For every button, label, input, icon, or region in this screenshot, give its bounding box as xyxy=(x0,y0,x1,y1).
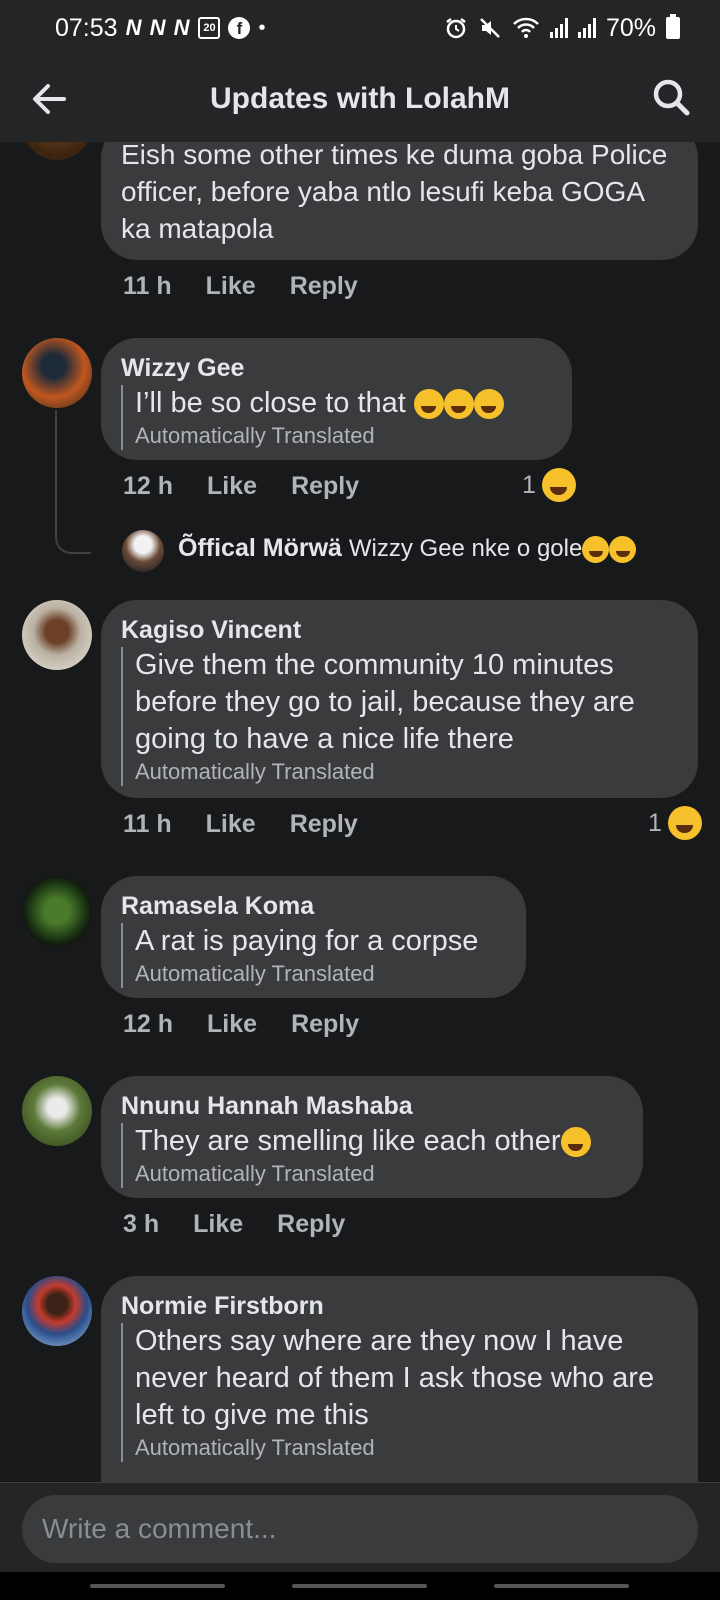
comment-bubble: Ramasela Koma A rat is paying for a corp… xyxy=(101,876,526,998)
comments-list: Eish some other times ke duma goba Polic… xyxy=(0,142,720,1482)
comment-bubble: Kagiso Vincent Give them the community 1… xyxy=(101,600,698,798)
haha-reaction-icon xyxy=(541,468,576,502)
reply-button[interactable]: Reply xyxy=(291,472,359,501)
comment-time: 11 h xyxy=(123,810,172,838)
nav-handle xyxy=(494,1584,629,1588)
status-left: 07:53 N N N 20 f • xyxy=(55,14,265,43)
status-time: 07:53 xyxy=(55,13,118,42)
avatar[interactable] xyxy=(22,338,92,408)
comment-author[interactable]: Nnunu Hannah Mashaba xyxy=(121,1092,623,1121)
comment-actions: 12 h Like Reply xyxy=(123,472,359,501)
notification-icons: N N N xyxy=(125,15,191,40)
comment-time: 11 h xyxy=(123,272,172,300)
comment-text: Others say where are they now I have nev… xyxy=(135,1325,655,1431)
comment-bubble: Normie Firstborn Others say where are th… xyxy=(101,1276,698,1482)
status-bar: 07:53 N N N 20 f • 70% xyxy=(0,0,720,56)
like-button[interactable]: Like xyxy=(207,1010,257,1039)
rofl-emoji-icon xyxy=(473,389,504,420)
like-button[interactable]: Like xyxy=(206,272,256,301)
translated-block: Give them the community 10 minutes befor… xyxy=(121,647,678,786)
avatar[interactable] xyxy=(22,600,92,670)
translated-block: I’ll be so close to that Automatically T… xyxy=(121,385,552,450)
wifi-icon xyxy=(513,17,539,38)
calendar-icon: 20 xyxy=(198,17,221,39)
haha-reaction-icon xyxy=(667,806,702,840)
top-app-bar: Updates with LolahM xyxy=(0,56,720,142)
comment-author[interactable]: Wizzy Gee xyxy=(121,354,552,383)
nav-handle xyxy=(292,1584,427,1588)
battery-icon xyxy=(666,14,680,39)
nav-handle xyxy=(90,1584,225,1588)
reply-avatar[interactable] xyxy=(122,530,164,572)
comment-author[interactable]: Kagiso Vincent xyxy=(121,616,678,645)
thread-connector xyxy=(55,410,91,554)
comment-actions: 3 h Like Reply xyxy=(123,1210,345,1239)
reaction-count[interactable]: 1 xyxy=(522,468,576,502)
battery-percent: 70% xyxy=(605,13,656,42)
comment-author[interactable]: Normie Firstborn xyxy=(121,1292,678,1321)
comment-time: 12 h xyxy=(123,472,174,500)
reaction-count[interactable]: 1 xyxy=(648,806,702,840)
comment-time: 12 h xyxy=(123,1010,174,1038)
search-icon[interactable] xyxy=(650,76,692,118)
system-nav-bar xyxy=(0,1572,720,1600)
auto-translated-label[interactable]: Automatically Translated xyxy=(135,960,506,988)
comment-actions: 12 h Like Reply xyxy=(123,1010,359,1039)
laughing-emoji-icon xyxy=(609,535,637,563)
reply-text: Wizzy Gee nke o gole xyxy=(348,535,583,562)
sweat-smile-emoji-icon xyxy=(560,1127,591,1158)
back-arrow-icon[interactable] xyxy=(28,78,70,120)
comment-composer xyxy=(0,1482,720,1572)
signal-icon-2 xyxy=(577,18,596,38)
rofl-emoji-icon xyxy=(443,389,474,420)
translated-block: Others say where are they now I have nev… xyxy=(121,1323,678,1462)
comment-time: 3 h xyxy=(123,1210,160,1238)
auto-translated-label[interactable]: Automatically Translated xyxy=(135,758,678,786)
mute-icon xyxy=(480,18,500,38)
comment-input[interactable] xyxy=(22,1495,698,1563)
facebook-icon: f xyxy=(228,17,251,39)
like-button[interactable]: Like xyxy=(193,1210,243,1239)
more-notifications-dot: • xyxy=(258,16,266,39)
reply-button[interactable]: Reply xyxy=(290,810,358,839)
comment-text: Eish some other times ke duma goba Polic… xyxy=(121,142,668,244)
comment-actions: 11 h Like Reply xyxy=(123,272,358,301)
like-button[interactable]: Like xyxy=(206,810,256,839)
comment-author[interactable]: Ramasela Koma xyxy=(121,892,506,921)
reply-button[interactable]: Reply xyxy=(291,1010,359,1039)
reply-button[interactable]: Reply xyxy=(290,272,358,301)
auto-translated-label[interactable]: Automatically Translated xyxy=(135,1434,678,1462)
page-title: Updates with LolahM xyxy=(210,82,510,115)
auto-translated-label[interactable]: Automatically Translated xyxy=(135,422,552,450)
like-button[interactable]: Like xyxy=(207,472,257,501)
translated-block: They are smelling like each other Automa… xyxy=(121,1123,623,1188)
reply-button[interactable]: Reply xyxy=(277,1210,345,1239)
comment-bubble: Nnunu Hannah Mashaba They are smelling l… xyxy=(101,1076,643,1198)
comment-bubble: Wizzy Gee I’ll be so close to that Autom… xyxy=(101,338,572,460)
comment-text: A rat is paying for a corpse xyxy=(135,925,479,957)
translated-block: A rat is paying for a corpse Automatical… xyxy=(121,923,506,988)
comment-text: They are smelling like each other xyxy=(135,1125,561,1157)
status-right: 70% xyxy=(444,14,680,43)
avatar[interactable] xyxy=(22,1276,92,1346)
auto-translated-label[interactable]: Automatically Translated xyxy=(135,1160,623,1188)
avatar[interactable] xyxy=(22,876,92,946)
avatar[interactable] xyxy=(22,1076,92,1146)
laughing-emoji-icon xyxy=(582,535,610,563)
comment-text: I’ll be so close to that xyxy=(135,387,406,419)
reply-preview[interactable]: Õffical Mörwä Wizzy Gee nke o gole xyxy=(178,534,637,563)
comment-actions: 11 h Like Reply xyxy=(123,810,358,839)
comment-bubble: Eish some other times ke duma goba Polic… xyxy=(101,142,698,260)
avatar[interactable] xyxy=(22,142,92,160)
comment-text: Give them the community 10 minutes befor… xyxy=(135,649,635,755)
alarm-icon xyxy=(446,18,466,39)
crying-emoji-icon xyxy=(413,389,444,420)
signal-icon-1 xyxy=(549,18,568,38)
reply-author: Õffical Mörwä xyxy=(178,534,342,562)
